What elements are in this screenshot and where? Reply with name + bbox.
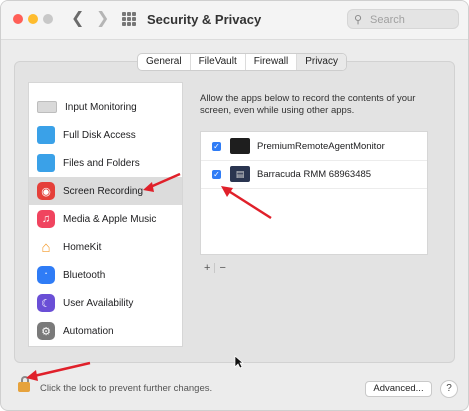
sidebar-item-label: Files and Folders [63, 157, 140, 169]
advanced-button[interactable]: Advanced... [365, 381, 432, 397]
forward-chevron-icon[interactable]: ❯ [96, 10, 109, 28]
app-checkbox[interactable]: ✓ [212, 169, 221, 179]
lock-instructions: Click the lock to prevent further change… [40, 383, 213, 394]
help-button[interactable]: ? [440, 380, 458, 398]
tab-filevault[interactable]: FileVault [191, 54, 246, 70]
annotation-arrow-icon [143, 172, 181, 192]
annotation-arrow-icon [26, 361, 91, 381]
add-app-button[interactable]: + [200, 262, 214, 274]
sidebar-item-label: HomeKit [63, 241, 102, 253]
gear-icon: ⚙ [37, 322, 55, 340]
sidebar-item-full-disk-access[interactable]: Full Disk Access [29, 121, 182, 149]
search-field[interactable]: ⚲ [347, 9, 459, 29]
remove-app-button[interactable]: − [215, 262, 229, 274]
bluetooth-icon: ᛫ [37, 266, 55, 284]
app-name: Barracuda RMM 68963485 [257, 168, 372, 180]
minimize-window-button[interactable] [28, 14, 38, 24]
music-icon: ♫ [37, 210, 55, 228]
search-input[interactable] [368, 11, 458, 29]
mouse-cursor-icon [234, 355, 244, 369]
sidebar-item-input-monitoring[interactable]: Input Monitoring [29, 93, 182, 121]
app-name: PremiumRemoteAgentMonitor [257, 140, 385, 152]
back-chevron-icon[interactable]: ❮ [71, 10, 84, 28]
tab-general[interactable]: General [138, 54, 191, 70]
sidebar-item-homekit[interactable]: ⌂ HomeKit [29, 233, 182, 261]
zoom-window-button[interactable] [43, 14, 53, 24]
app-icon [230, 138, 250, 154]
close-window-button[interactable] [13, 14, 23, 24]
privacy-category-list[interactable]: Input Monitoring Full Disk Access Files … [28, 82, 183, 347]
folder-icon [37, 126, 55, 144]
app-icon: ▤ [230, 166, 250, 182]
app-checkbox[interactable]: ✓ [212, 141, 221, 151]
tab-firewall[interactable]: Firewall [246, 54, 298, 70]
app-row-premium-remote-agent-monitor[interactable]: ✓ PremiumRemoteAgentMonitor [201, 132, 427, 161]
sidebar-item-label: Input Monitoring [65, 101, 137, 113]
screen-recording-icon: ◉ [37, 182, 55, 200]
annotation-arrow-icon [221, 186, 272, 220]
screen-recording-description: Allow the apps below to record the conte… [200, 93, 416, 116]
sidebar-item-bluetooth[interactable]: ᛫ Bluetooth [29, 261, 182, 289]
folder-icon [37, 154, 55, 172]
sidebar-item-label: Bluetooth [63, 269, 106, 281]
sidebar-item-media-apple-music[interactable]: ♫ Media & Apple Music [29, 205, 182, 233]
sidebar-item-label: Media & Apple Music [63, 213, 157, 225]
sidebar-item-label: Full Disk Access [63, 129, 136, 141]
search-icon: ⚲ [354, 14, 363, 26]
sidebar-item-automation[interactable]: ⚙ Automation [29, 317, 182, 345]
window-title: Security & Privacy [147, 12, 262, 27]
tab-bar: General FileVault Firewall Privacy [137, 53, 347, 71]
sidebar-item-label: User Availability [63, 297, 134, 309]
show-all-grid-icon[interactable] [122, 12, 136, 26]
add-remove-controls: + − [200, 262, 230, 274]
sidebar-item-label: Screen Recording [63, 185, 144, 197]
tab-privacy[interactable]: Privacy [297, 54, 346, 70]
home-icon: ⌂ [37, 238, 55, 256]
moon-icon: ☾ [37, 294, 55, 312]
sidebar-item-label: Automation [63, 325, 114, 337]
sidebar-item-user-availability[interactable]: ☾ User Availability [29, 289, 182, 317]
keyboard-icon [37, 101, 57, 113]
title-bar: ❮ ❯ Security & Privacy ⚲ [1, 1, 468, 40]
